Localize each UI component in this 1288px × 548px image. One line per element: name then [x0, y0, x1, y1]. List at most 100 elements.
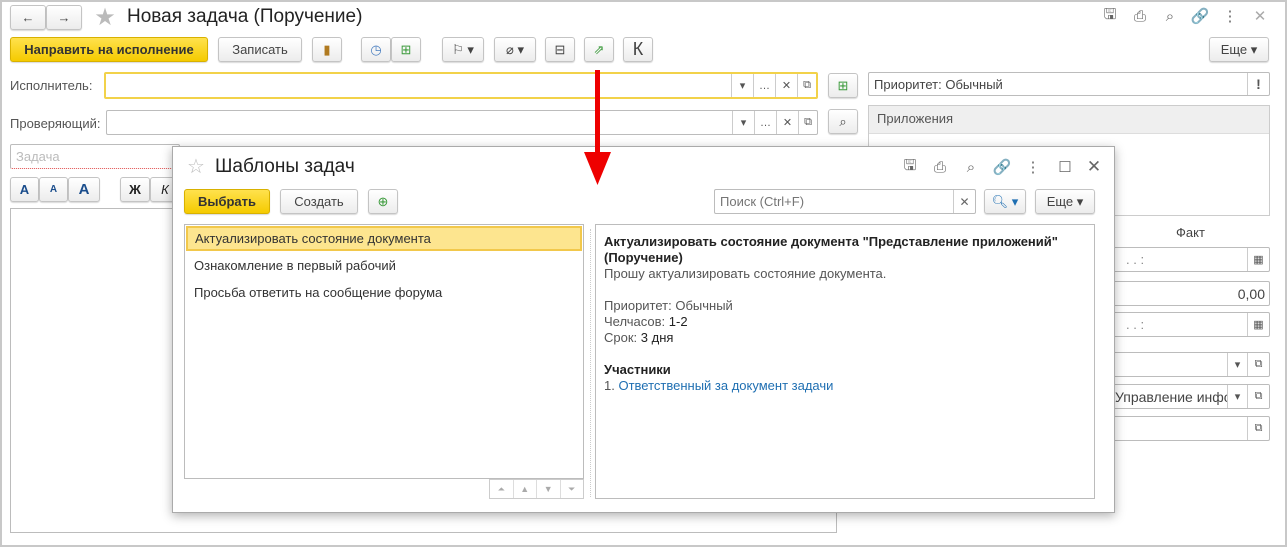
- performer-label: Исполнитель:: [10, 78, 93, 93]
- copy-button[interactable]: ⊕: [368, 189, 398, 214]
- forward-button[interactable]: →: [46, 5, 82, 30]
- reminder-button[interactable]: ◷: [361, 37, 391, 62]
- annotation-arrow: [584, 70, 611, 185]
- list-item[interactable]: Актуализировать состояние документа: [186, 226, 582, 251]
- more-button[interactable]: Еще ▾: [1209, 37, 1269, 62]
- structure-button[interactable]: ⊟: [545, 37, 575, 62]
- move-down-icon[interactable]: ▼: [537, 480, 561, 498]
- priority-field[interactable]: Приоритет: Обычный !: [868, 72, 1270, 96]
- k-button[interactable]: К: [623, 37, 653, 62]
- reviewer-field[interactable]: ▾ … ✕ ⧉: [106, 110, 818, 135]
- print-icon[interactable]: ⎙: [930, 157, 950, 177]
- font-increase-button[interactable]: A: [10, 177, 39, 202]
- arrow-shaft: [595, 70, 600, 155]
- date-value: . . :: [1126, 252, 1145, 267]
- clear-search-icon[interactable]: ✕: [953, 190, 975, 213]
- clear-icon[interactable]: ✕: [775, 74, 797, 97]
- fact-end-date[interactable]: . . : ▦: [1100, 312, 1270, 337]
- project-field[interactable]: Управление инфо ▾ ⧉: [1100, 384, 1270, 409]
- participants-title: Участники: [604, 362, 671, 377]
- create-button[interactable]: Создать: [280, 189, 358, 214]
- calendar-add-icon: ⊞: [837, 77, 849, 93]
- dialog-title: Шаблоны задач: [215, 156, 355, 177]
- open-icon[interactable]: ⧉: [1247, 417, 1269, 440]
- more-label: Еще: [1046, 194, 1074, 209]
- preview-priority: Приоритет: Обычный: [604, 298, 733, 313]
- splitter[interactable]: [590, 229, 591, 497]
- deadline-value: 3 дня: [640, 330, 674, 345]
- close-icon[interactable]: ✕: [1084, 157, 1104, 177]
- back-button[interactable]: ←: [10, 5, 46, 30]
- participant-number: 1.: [604, 378, 615, 393]
- search-input[interactable]: [714, 189, 976, 214]
- open-icon[interactable]: ⧉: [1247, 385, 1269, 408]
- performer-field[interactable]: ▾ … ✕ ⧉: [104, 72, 818, 99]
- list-item[interactable]: Просьба ответить на сообщение форума: [185, 279, 583, 306]
- date-value: . . :: [1126, 317, 1145, 332]
- fact-hours-field[interactable]: 0,00: [1100, 281, 1270, 306]
- link-icon[interactable]: 🔗: [1190, 6, 1210, 26]
- maximize-icon[interactable]: ☐: [1055, 157, 1075, 177]
- save-icon[interactable]: 🖫: [900, 157, 920, 177]
- preview-icon[interactable]: ⌕: [961, 157, 981, 177]
- open-icon[interactable]: ⧉: [798, 111, 817, 134]
- add-subtask-button[interactable]: ⊞: [391, 37, 421, 62]
- more-vertical-icon[interactable]: ⋮: [1023, 157, 1043, 177]
- attach-dropdown-button[interactable]: ⌀ ▾: [494, 37, 536, 62]
- add-to-calendar-button[interactable]: ⊞: [828, 73, 858, 98]
- open-icon[interactable]: ⧉: [797, 74, 816, 97]
- favorite-star-icon[interactable]: ☆: [185, 155, 207, 178]
- print-icon[interactable]: ⎙: [1130, 6, 1150, 26]
- select-button[interactable]: Выбрать: [184, 189, 270, 214]
- flag-dropdown-button[interactable]: ⚐ ▾: [442, 37, 484, 62]
- search-icon: 🔍︎ ▾: [991, 193, 1019, 209]
- templates-button[interactable]: ⇗: [584, 37, 614, 62]
- dropdown-icon[interactable]: ▾: [1227, 353, 1247, 376]
- move-first-icon[interactable]: ⏶: [490, 480, 514, 498]
- save-button[interactable]: Записать: [218, 37, 302, 62]
- favorite-star-icon[interactable]: ★: [92, 4, 118, 31]
- calendar-icon[interactable]: ▦: [1247, 313, 1269, 336]
- extra-field[interactable]: ⧉: [1100, 416, 1270, 441]
- dropdown-icon[interactable]: ▾: [732, 111, 754, 134]
- calendar-icon[interactable]: ▦: [1247, 248, 1269, 271]
- preview-heading: Актуализировать состояние документа "Пре…: [604, 234, 1058, 265]
- fact-start-date[interactable]: . . : ▦: [1100, 247, 1270, 272]
- open-icon[interactable]: ⧉: [1247, 353, 1269, 376]
- clear-icon[interactable]: ✕: [776, 111, 798, 134]
- font-decrease-button[interactable]: A: [39, 177, 68, 202]
- address-book-button[interactable]: ▮: [312, 37, 342, 62]
- arrow-head: [584, 152, 611, 185]
- move-last-icon[interactable]: ⏷: [561, 480, 584, 498]
- link-icon[interactable]: 🔗: [992, 157, 1012, 177]
- preview-description: Прошу актуализировать состояние документ…: [604, 266, 887, 281]
- more-vertical-icon[interactable]: ⋮: [1220, 6, 1240, 26]
- window-title: Новая задача (Поручение): [127, 6, 363, 27]
- bold-button[interactable]: Ж: [120, 177, 150, 202]
- add-table-icon: ⊞: [400, 41, 412, 57]
- search-dropdown-button[interactable]: 🔍︎ ▾: [984, 189, 1026, 214]
- save-icon[interactable]: 🖫: [1100, 6, 1120, 26]
- more-label: Еще: [1220, 42, 1248, 57]
- list-item[interactable]: Ознакомление в первый рабочий: [185, 252, 583, 279]
- hours-value: 1-2: [668, 314, 688, 329]
- select-ellipsis-icon[interactable]: …: [754, 111, 776, 134]
- close-icon[interactable]: ✕: [1250, 6, 1270, 26]
- hours-label: Челчасов:: [604, 314, 666, 329]
- importance-icon[interactable]: !: [1247, 73, 1269, 95]
- send-to-execution-button[interactable]: Направить на исполнение: [10, 37, 208, 62]
- font-button[interactable]: A: [68, 177, 100, 202]
- add-document-icon: ⊕: [377, 193, 389, 209]
- check-button[interactable]: ⌕: [828, 109, 858, 134]
- flag-icon: ⚐ ▾: [452, 41, 474, 57]
- participant-link[interactable]: Ответственный за документ задачи: [618, 378, 833, 393]
- dropdown-icon[interactable]: ▾: [1227, 385, 1247, 408]
- move-up-icon[interactable]: ▲: [514, 480, 537, 498]
- select-ellipsis-icon[interactable]: …: [753, 74, 775, 97]
- clock-icon: ◷: [370, 41, 382, 57]
- dialog-more-button[interactable]: Еще ▾: [1035, 189, 1095, 214]
- dropdown-icon[interactable]: ▾: [731, 74, 753, 97]
- select-field[interactable]: ▾ ⧉: [1100, 352, 1270, 377]
- task-subject-input[interactable]: Задача: [10, 144, 180, 169]
- preview-icon[interactable]: ⌕: [1160, 6, 1180, 26]
